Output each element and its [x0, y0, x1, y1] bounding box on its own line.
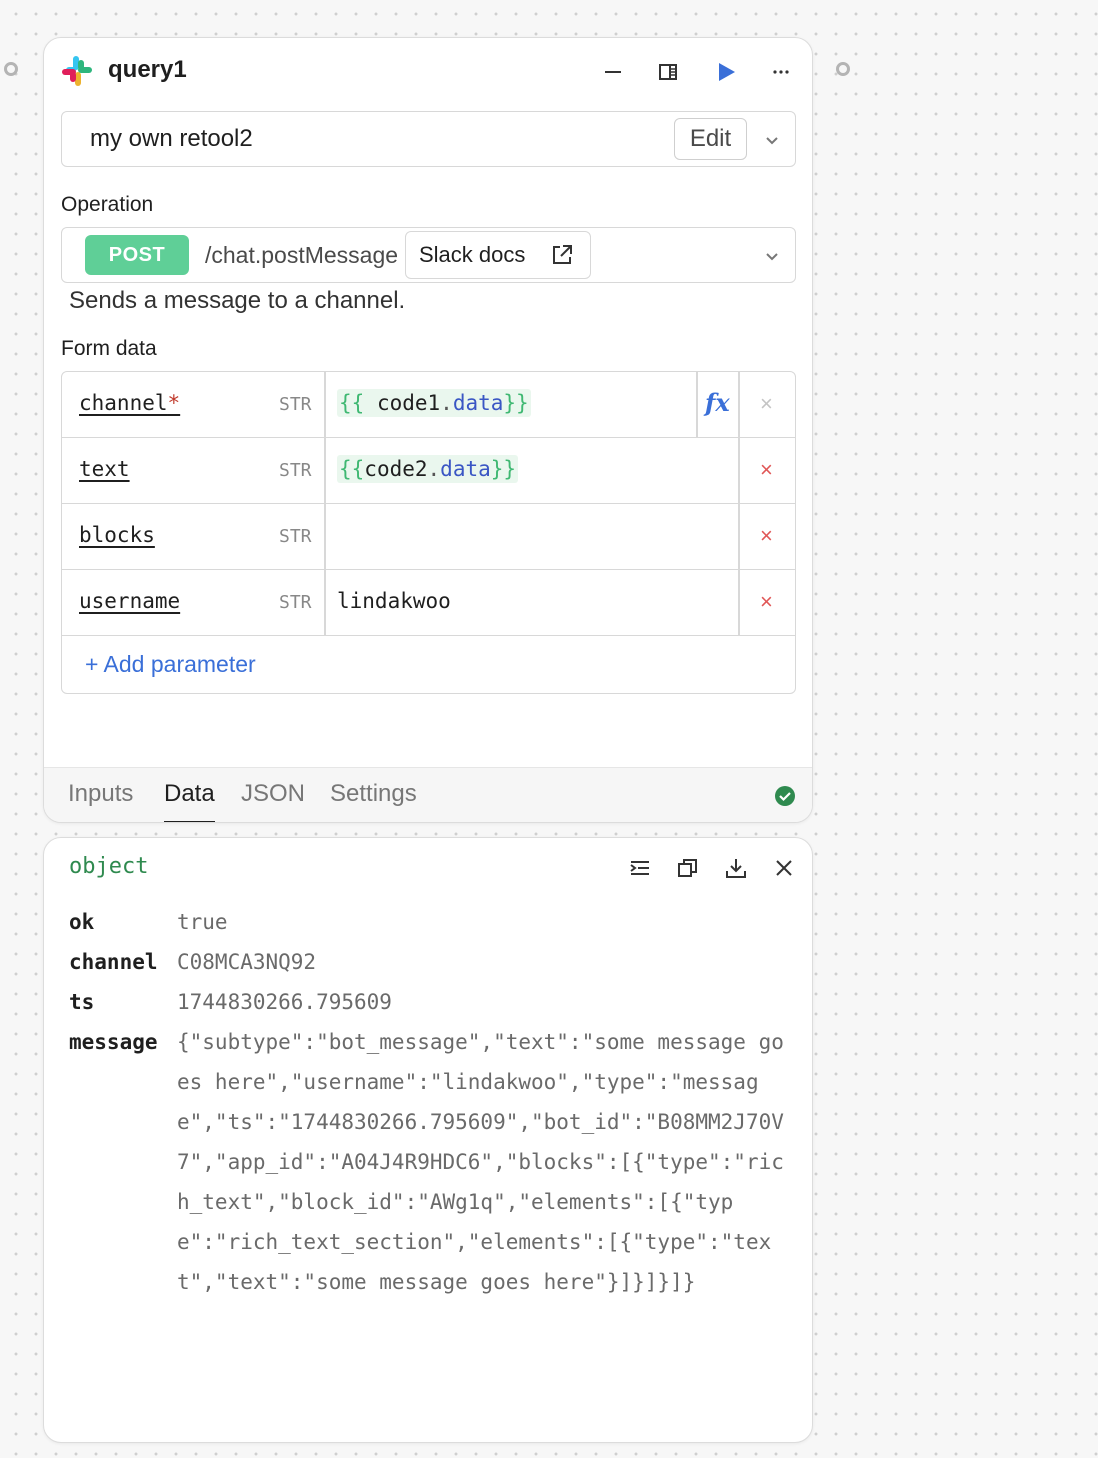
required-marker: *: [167, 391, 181, 415]
resource-selector[interactable]: my own retool2 Edit: [61, 111, 796, 167]
play-icon: [719, 63, 735, 81]
chevron-down-icon[interactable]: [762, 130, 782, 150]
param-row-channel: channel* STR {{ code1.data}} fx ×: [62, 372, 795, 438]
tab-json[interactable]: JSON: [241, 780, 305, 821]
close-button[interactable]: [770, 854, 798, 882]
result-type-label: object: [69, 854, 149, 879]
panel-toggle-icon: [659, 64, 677, 80]
close-icon: [776, 860, 792, 876]
query-title[interactable]: query1: [108, 56, 187, 84]
result-key-ts: ts: [69, 990, 95, 1014]
more-icon: [773, 70, 789, 74]
result-value-channel: C08MCA3NQ92: [177, 950, 317, 974]
delete-param-button[interactable]: ×: [760, 589, 773, 615]
param-key[interactable]: blocks: [79, 523, 155, 547]
fx-icon[interactable]: fx: [705, 388, 730, 417]
slack-logo: [62, 56, 92, 86]
tab-data[interactable]: Data: [164, 780, 215, 822]
tab-settings[interactable]: Settings: [330, 780, 417, 821]
method-badge: POST: [85, 235, 189, 275]
delete-param-button[interactable]: ×: [760, 391, 773, 417]
add-parameter-button[interactable]: + Add parameter: [85, 651, 256, 678]
run-button[interactable]: [708, 54, 744, 90]
resource-name: my own retool2: [90, 125, 253, 152]
download-button[interactable]: [722, 854, 750, 882]
param-row-blocks: blocks STR ×: [62, 504, 795, 570]
external-link-icon: [553, 245, 572, 264]
slack-docs-label: Slack docs: [419, 242, 526, 267]
param-key[interactable]: channel*: [79, 391, 180, 415]
result-value-ok: true: [177, 910, 228, 934]
format-icon: [630, 861, 649, 875]
param-value-text[interactable]: {{code2.data}}: [337, 455, 519, 483]
tab-inputs[interactable]: Inputs: [68, 780, 133, 821]
param-type: STR: [279, 394, 312, 415]
download-icon: [726, 859, 746, 878]
param-row-text: text STR {{code2.data}} ×: [62, 438, 795, 504]
check-circle-icon: [775, 786, 795, 806]
param-type: STR: [279, 526, 312, 547]
edit-resource-button[interactable]: Edit: [674, 118, 747, 160]
endpoint-path: /chat.postMessage: [205, 242, 399, 268]
param-row-username: username STR lindakwoo ×: [62, 570, 795, 636]
param-type: STR: [279, 460, 312, 481]
result-value-ts: 1744830266.795609: [177, 990, 392, 1014]
result-panel: object ok true channel C08MCA3NQ92 ts 17…: [43, 837, 813, 1443]
delete-param-button[interactable]: ×: [760, 523, 773, 549]
format-button[interactable]: [626, 854, 654, 882]
operation-label: Operation: [61, 193, 154, 216]
minimize-button[interactable]: [595, 54, 631, 90]
operation-selector[interactable]: POST /chat.postMessage Slack docs: [61, 227, 796, 283]
result-tabs: Inputs Data JSON Settings: [44, 767, 812, 822]
copy-icon: [678, 859, 697, 877]
chevron-down-icon[interactable]: [762, 246, 782, 266]
param-value-username[interactable]: lindakwoo: [337, 589, 451, 613]
panel-toggle-button[interactable]: [650, 54, 686, 90]
param-type: STR: [279, 592, 312, 613]
more-button[interactable]: [763, 54, 799, 90]
operation-description: Sends a message to a channel.: [69, 287, 406, 314]
copy-button[interactable]: [674, 854, 702, 882]
result-value-message: {"subtype":"bot_message","text":"some me…: [177, 1030, 784, 1294]
minimize-icon: [605, 71, 621, 73]
slack-docs-button[interactable]: Slack docs: [405, 231, 591, 279]
result-key-message: message: [69, 1030, 158, 1054]
delete-param-button[interactable]: ×: [760, 457, 773, 483]
param-key[interactable]: text: [79, 457, 130, 481]
param-key[interactable]: username: [79, 589, 180, 613]
form-data-table: channel* STR {{ code1.data}} fx × text S…: [61, 371, 796, 694]
query-header: query1: [44, 38, 812, 104]
right-connection-port[interactable]: [836, 62, 850, 76]
form-data-label: Form data: [61, 337, 157, 360]
result-key-channel: channel: [69, 950, 158, 974]
left-connection-port[interactable]: [4, 62, 18, 76]
query-block: query1 my own retool2 Edit Operation POS…: [43, 37, 813, 823]
param-value-channel[interactable]: {{ code1.data}}: [337, 389, 531, 417]
result-key-ok: ok: [69, 910, 95, 934]
